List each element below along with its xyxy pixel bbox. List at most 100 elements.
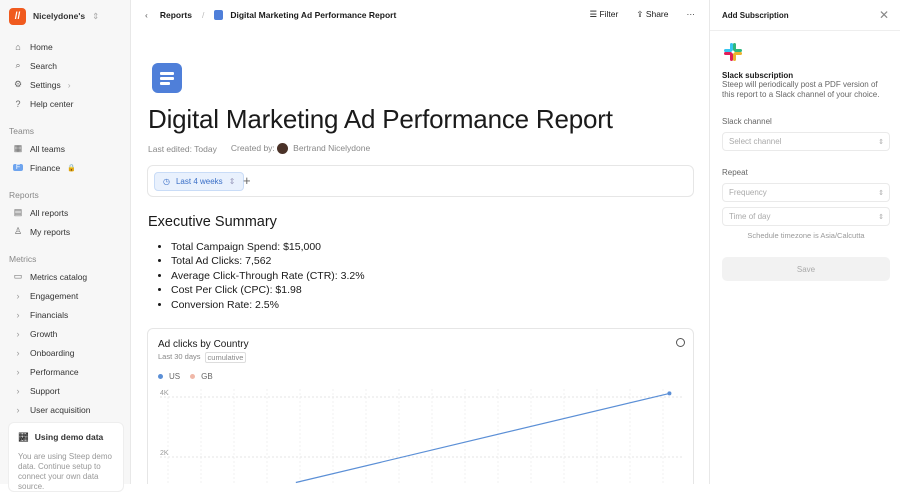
top-bar: ‹ Reports / Digital Marketing Ad Perform… [131, 0, 709, 30]
workspace-logo: // [9, 7, 26, 25]
nav-my-reports[interactable]: ♙ My reports [0, 222, 130, 241]
user-icon: ♙ [13, 226, 23, 236]
chart-period: Last 30 days [158, 352, 201, 361]
demo-data-card[interactable]: 📈︎ Using demo data You are using Steep de… [8, 422, 124, 492]
search-icon: ⌕ [15, 60, 21, 70]
nav-label: Home [30, 41, 53, 52]
report-main: ‹ Reports / Digital Marketing Ad Perform… [131, 0, 709, 484]
chevron-right-icon: › [16, 385, 20, 396]
chevron-right-icon: › [16, 347, 20, 358]
timezone-note: Schedule timezone is Asia/Calcutta [747, 231, 865, 240]
channel-select[interactable]: Select channel [722, 132, 890, 151]
legend-us[interactable]: US [158, 372, 180, 381]
chevron-right-icon: › [16, 404, 20, 415]
last-edited: Last edited: Today [148, 143, 217, 154]
nav-search[interactable]: ⌕ Search [0, 56, 130, 75]
nav-label: Search [30, 60, 57, 71]
section-teams: Teams [9, 126, 35, 136]
nav-metrics-catalog[interactable]: ▭ Metrics catalog [0, 267, 130, 286]
summary-item: Average Click-Through Rate (CTR): 3.2% [171, 269, 365, 283]
time-of-day-select[interactable]: Time of day [722, 207, 890, 226]
nav-label: User acquisition [30, 404, 91, 415]
repeat-label: Repeat [722, 168, 748, 177]
info-icon[interactable] [676, 338, 685, 347]
summary-heading[interactable]: Executive Summary [148, 214, 277, 230]
nav-metric-group[interactable]: › Onboarding [0, 343, 130, 362]
nav-label: Metrics catalog [30, 271, 88, 282]
share-button[interactable]: ⇪ Share [636, 9, 668, 20]
nav-label: My reports [30, 226, 71, 237]
nav-metric-group[interactable]: › Support [0, 381, 130, 400]
breadcrumb-separator: / [201, 10, 205, 20]
filter-button[interactable]: ☰ Filter [589, 9, 618, 20]
settings-icon: ⚙ [13, 79, 23, 89]
filter-bar: ◷ Last 4 weeks ⇕ + [147, 165, 694, 197]
author-name: Bertrand Nicelydone [293, 143, 371, 153]
nav-metric-group[interactable]: › Growth [0, 324, 130, 343]
chart-subtitle: Last 30 days cumulative [158, 352, 247, 363]
channel-label: Slack channel [722, 117, 772, 126]
nav-all-teams[interactable]: ▦ All teams [0, 139, 130, 158]
save-button[interactable]: Save [722, 257, 890, 281]
nav-settings[interactable]: ⚙ Settings › [0, 75, 130, 94]
catalog-icon: ▭ [13, 271, 23, 281]
cumulative-badge: cumulative [204, 352, 247, 363]
nav-label: Performance [30, 366, 79, 377]
nav-metric-group[interactable]: › Financials [0, 305, 130, 324]
avatar [277, 143, 289, 155]
nav-label: All teams [30, 143, 65, 154]
nav-metric-group[interactable]: › Engagement [0, 286, 130, 305]
nav-label: Help center [30, 98, 74, 109]
workspace-switcher[interactable]: // Nicelydone's ⇕ [0, 0, 130, 32]
nav-label: Support [30, 385, 60, 396]
add-filter-button[interactable]: + [243, 173, 251, 188]
chevron-right-icon: › [16, 290, 20, 301]
share-label: Share [645, 9, 669, 19]
slack-logo-icon [724, 43, 742, 61]
chevron-right-icon: › [16, 328, 20, 339]
frequency-select[interactable]: Frequency [722, 183, 890, 202]
clock-icon: ◷ [163, 177, 170, 186]
nav-finance[interactable]: F Finance 🔒 [0, 158, 130, 177]
summary-item: Conversion Rate: 2.5% [171, 298, 365, 312]
panel-title: Add Subscription [710, 0, 900, 31]
nav-label: Engagement [30, 290, 79, 301]
date-range-filter[interactable]: ◷ Last 4 weeks ⇕ [154, 172, 245, 191]
slack-description: Steep will periodically post a PDF versi… [722, 80, 880, 99]
nav-metric-group[interactable]: › User acquisition [0, 400, 130, 419]
back-button[interactable]: ‹ [145, 10, 148, 20]
home-icon: ⌂ [15, 41, 21, 52]
help-icon: ? [15, 98, 21, 109]
report-icon [152, 63, 182, 93]
legend-label: GB [201, 372, 213, 381]
workspace-name: Nicelydone's [33, 11, 86, 21]
legend-gb[interactable]: GB [190, 372, 213, 381]
chart-icon: 📈︎ [18, 432, 29, 442]
nav-home[interactable]: ⌂ Home [0, 37, 130, 56]
report-title[interactable]: Digital Marketing Ad Performance Report [148, 104, 613, 135]
nav-help-center[interactable]: ? Help center [0, 94, 130, 113]
chart-legend: US GB [158, 372, 213, 381]
chevron-updown-icon: ⇕ [92, 10, 100, 21]
nav-label: Finance [30, 162, 61, 173]
nav-all-reports[interactable]: ▤ All reports [0, 203, 130, 222]
created-by-label: Created by: [230, 143, 275, 153]
section-metrics: Metrics [9, 254, 37, 264]
nav-label: Settings [30, 79, 61, 90]
summary-item: Total Ad Clicks: 7,562 [171, 254, 365, 268]
sidebar: // Nicelydone's ⇕ ⌂ Home ⌕ Search ⚙ Settings… [0, 0, 131, 492]
filter-label: Filter [599, 9, 619, 19]
breadcrumb-reports[interactable]: Reports [160, 10, 192, 20]
document-icon [214, 10, 224, 20]
subscription-panel: Add Subscription ✕ Slack subscription St… [709, 0, 900, 484]
y-tick-label: 4K [160, 390, 169, 397]
data-point[interactable] [667, 391, 672, 396]
close-icon[interactable]: ✕ [879, 8, 889, 22]
nav-label: All reports [30, 207, 69, 218]
legend-label: US [169, 372, 181, 381]
reports-icon: ▤ [13, 207, 23, 217]
nav-metric-group[interactable]: › Performance [0, 362, 130, 381]
nav-label: Onboarding [30, 347, 75, 358]
more-button[interactable]: ··· [687, 9, 696, 20]
demo-title: Using demo data [34, 432, 104, 442]
